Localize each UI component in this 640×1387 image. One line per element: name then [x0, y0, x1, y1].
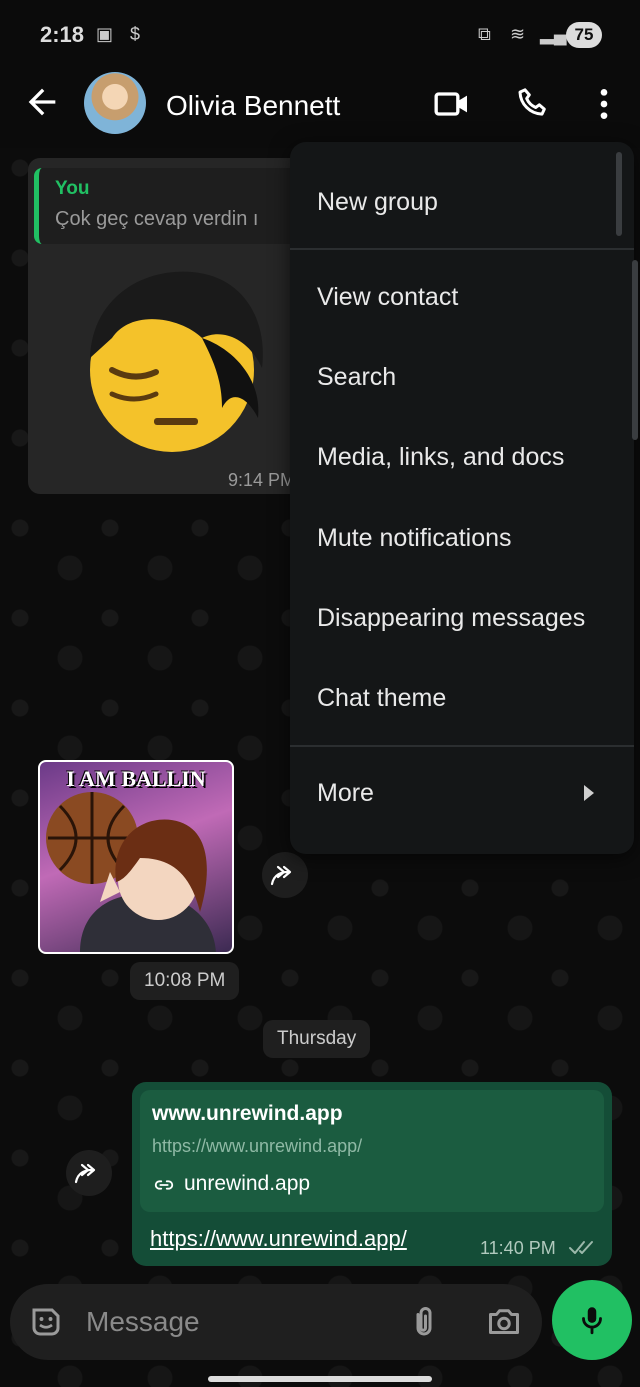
home-indicator[interactable] [208, 1376, 432, 1382]
quote-author: You [55, 178, 90, 199]
forward-icon [74, 1163, 96, 1184]
menu-item-label: Disappearing messages [317, 604, 586, 632]
message-time: 9:14 PM [228, 470, 296, 490]
menu-item-label: New group [317, 188, 438, 216]
menu-item-mute-notifications[interactable]: Mute notifications [290, 500, 634, 580]
menu-divider [290, 745, 634, 747]
link-preview-domain: unrewind.app [184, 1172, 311, 1195]
menu-item-view-contact[interactable]: View contact [290, 259, 634, 339]
chat-header: Olivia Bennett [0, 70, 640, 148]
menu-item-search[interactable]: Search [290, 339, 634, 419]
message-input[interactable] [86, 1298, 386, 1346]
forward-button[interactable] [262, 852, 308, 898]
message-composer [10, 1284, 542, 1360]
cast-icon: ⧉ [478, 24, 491, 44]
message-link[interactable]: https://www.unrewind.app/ [150, 1226, 407, 1252]
menu-item-more[interactable]: More [290, 755, 634, 835]
screenshot-icon: ▣ [96, 24, 114, 44]
menu-item-new-group[interactable]: New group [290, 164, 634, 244]
menu-divider [290, 248, 634, 250]
menu-item-label: View contact [317, 283, 459, 311]
voice-message-button[interactable] [552, 1280, 632, 1360]
menu-item-label: Search [317, 363, 397, 391]
sticker-image[interactable]: I AM BALLIN [38, 760, 234, 954]
attach-icon[interactable] [406, 1304, 442, 1340]
signal-icon: ▂▄ [540, 24, 567, 44]
message-time-chip: 10:08 PM [130, 962, 240, 1000]
status-bar: 2:18 ▣ $ ⧉ ≋ ▂▄ 75 [0, 0, 640, 70]
chat-scrollbar[interactable] [632, 260, 638, 440]
sticker-emoji-image[interactable] [72, 258, 272, 458]
phone-call-icon[interactable] [514, 84, 554, 124]
menu-item-label: Mute notifications [317, 524, 512, 552]
message-time: 11:40 PM [480, 1238, 556, 1258]
date-divider: Thursday [263, 1020, 371, 1058]
submenu-arrow-icon [584, 785, 594, 801]
contact-name[interactable]: Olivia Bennett [166, 90, 340, 122]
forward-icon [270, 865, 292, 886]
menu-item-chat-theme[interactable]: Chat theme [290, 660, 634, 740]
microphone-icon [582, 1307, 602, 1335]
menu-item-media-links-docs[interactable]: Media, links, and docs [290, 419, 634, 499]
camera-icon[interactable] [486, 1304, 522, 1340]
battery-indicator: 75 [566, 22, 602, 48]
avatar[interactable] [84, 72, 146, 134]
double-check-icon [569, 1241, 593, 1254]
forward-button[interactable] [66, 1150, 112, 1196]
link-preview-url: https://www.unrewind.app/ [152, 1136, 363, 1156]
menu-item-label: Chat theme [317, 684, 447, 712]
menu-item-label: More [317, 779, 374, 807]
quote-text: Çok geç cevap verdin ı [55, 208, 259, 230]
menu-item-disappearing-messages[interactable]: Disappearing messages [290, 580, 634, 660]
back-arrow-icon[interactable] [22, 82, 62, 122]
link-icon [154, 1180, 174, 1190]
dollar-icon: $ [130, 24, 141, 44]
quoted-message[interactable]: You Çok geç cevap verdin ı [34, 168, 324, 244]
status-time: 2:18 [40, 22, 85, 47]
menu-item-label: Media, links, and docs [317, 443, 565, 471]
sticker-caption: I AM BALLIN [66, 766, 206, 791]
video-call-icon[interactable] [432, 84, 472, 124]
overflow-menu: New group View contact Search Media, lin… [290, 142, 634, 854]
more-options-icon[interactable] [584, 84, 624, 124]
link-preview-title: www.unrewind.app [152, 1102, 343, 1125]
sticker-icon[interactable] [28, 1304, 64, 1340]
wifi-icon: ≋ [510, 24, 526, 44]
link-preview-card[interactable]: www.unrewind.app https://www.unrewind.ap… [140, 1090, 604, 1212]
